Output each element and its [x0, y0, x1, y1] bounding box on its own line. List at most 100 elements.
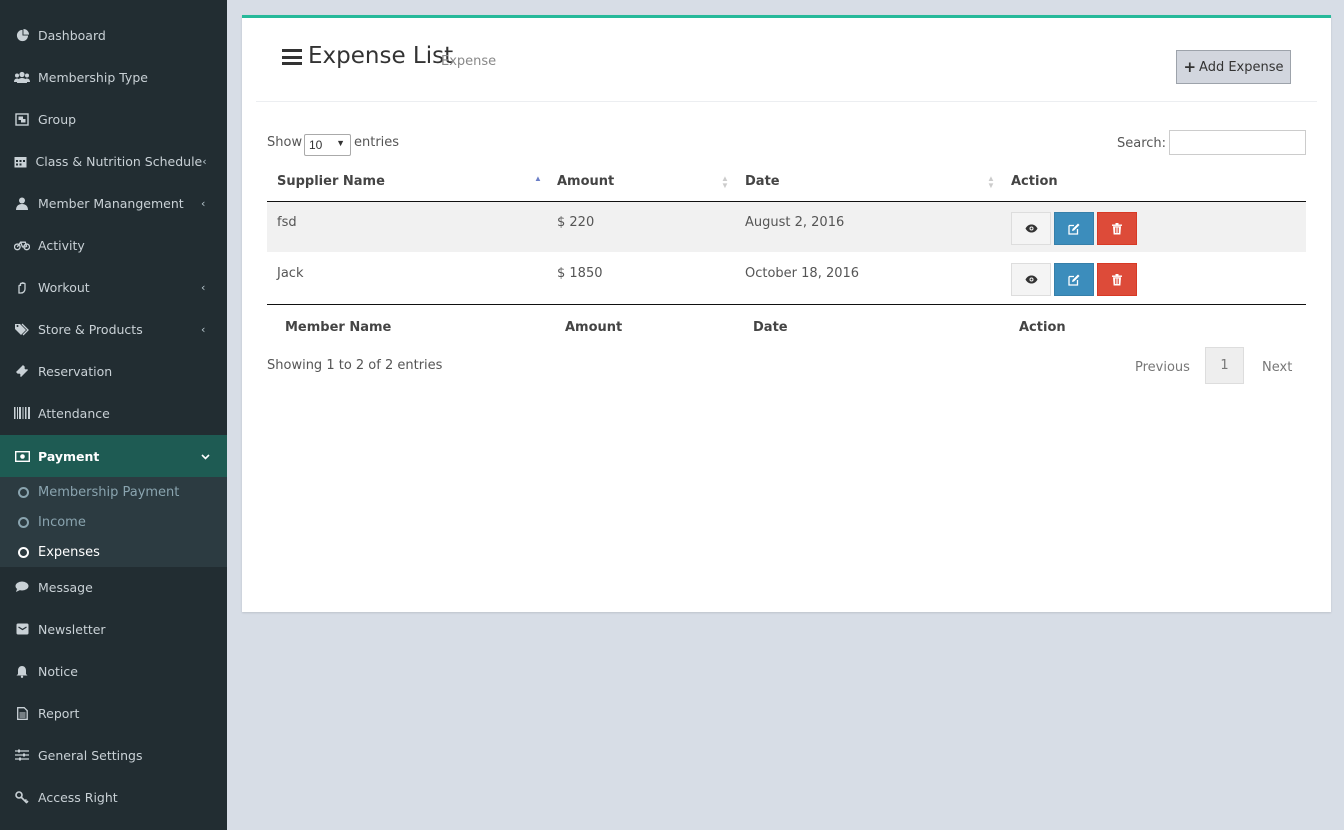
- sidebar-item-label: Dashboard: [38, 27, 106, 43]
- sidebar-item-label: Membership Type: [38, 69, 148, 85]
- column-header-supplier-name[interactable]: Supplier Name: [277, 174, 385, 189]
- trash-icon: [1112, 222, 1122, 234]
- delete-button[interactable]: [1097, 212, 1137, 245]
- sidebar-item-label: Member Manangement: [38, 195, 184, 211]
- sidebar-item-access-right[interactable]: Access Right: [0, 776, 227, 818]
- sidebar-item-label: Access Right: [38, 789, 118, 805]
- sidebar-item-label: Store & Products: [38, 321, 143, 337]
- sidebar-item-group[interactable]: Group: [0, 98, 227, 140]
- sidebar: Dashboard Membership Type Group Class & …: [0, 0, 227, 830]
- delete-button[interactable]: [1097, 263, 1137, 296]
- pie-chart-icon: [14, 28, 30, 42]
- chevron-left-icon: ‹: [201, 322, 206, 336]
- sidebar-item-label: Notice: [38, 663, 78, 679]
- sidebar-item-label: Reservation: [38, 363, 113, 379]
- submenu-item-income[interactable]: Income: [0, 507, 227, 537]
- eye-icon: [1025, 275, 1037, 284]
- sidebar-item-label: Payment: [38, 448, 100, 464]
- bell-icon: [14, 664, 30, 678]
- footer-column-action: Action: [1019, 320, 1066, 335]
- chevron-down-icon: [201, 450, 210, 463]
- sidebar-item-attendance[interactable]: Attendance: [0, 392, 227, 434]
- edit-button[interactable]: [1054, 212, 1094, 245]
- submenu-item-label: Expenses: [38, 544, 100, 560]
- sidebar-item-label: Newsletter: [38, 621, 106, 637]
- entries-label: entries: [354, 135, 400, 150]
- circle-icon: [18, 486, 29, 498]
- sidebar-item-membership-type[interactable]: Membership Type: [0, 56, 227, 98]
- expense-list-box: Expense List Expense + Add Expense Show …: [242, 15, 1331, 612]
- date-cell: October 18, 2016: [745, 266, 860, 281]
- sidebar-item-message[interactable]: Message: [0, 566, 227, 608]
- column-header-date[interactable]: Date: [745, 174, 780, 189]
- page-1-button[interactable]: 1: [1205, 347, 1244, 384]
- sidebar-item-reservation[interactable]: Reservation: [0, 350, 227, 392]
- tags-icon: [14, 322, 30, 336]
- table-footer-divider: [267, 304, 1306, 305]
- sidebar-item-general-settings[interactable]: General Settings: [0, 734, 227, 776]
- page-subtitle: Expense: [441, 54, 497, 69]
- barcode-icon: [14, 406, 30, 420]
- sidebar-item-report[interactable]: Report: [0, 692, 227, 734]
- sidebar-item-store-products[interactable]: Store & Products ‹: [0, 308, 227, 350]
- edit-icon: [1068, 223, 1080, 235]
- add-expense-label: Add Expense: [1199, 59, 1284, 75]
- sidebar-item-label: Workout: [38, 279, 90, 295]
- footer-column-amount: Amount: [565, 320, 623, 335]
- sidebar-item-newsletter[interactable]: Newsletter: [0, 608, 227, 650]
- amount-cell: $ 220: [557, 215, 595, 230]
- page-title: Expense List: [308, 43, 454, 69]
- table-row: fsd $ 220 August 2, 2016: [267, 202, 1306, 252]
- search-label: Search:: [1117, 136, 1167, 151]
- sidebar-item-payment[interactable]: Payment: [0, 435, 227, 477]
- bicycle-icon: [14, 238, 30, 252]
- sidebar-item-label: Activity: [38, 237, 85, 253]
- footer-column-date: Date: [753, 320, 788, 335]
- circle-icon: [18, 516, 29, 528]
- next-page-button[interactable]: Next: [1262, 360, 1292, 375]
- submenu-item-expenses[interactable]: Expenses: [0, 537, 227, 567]
- sidebar-item-label: Message: [38, 579, 93, 595]
- sidebar-item-member-management[interactable]: Member Manangement ‹: [0, 182, 227, 224]
- sidebar-item-notice[interactable]: Notice: [0, 650, 227, 692]
- calendar-icon: [14, 154, 28, 168]
- envelope-icon: [14, 622, 30, 636]
- edit-button[interactable]: [1054, 263, 1094, 296]
- sidebar-item-workout[interactable]: Workout ‹: [0, 266, 227, 308]
- file-text-icon: [14, 706, 30, 720]
- user-icon: [14, 196, 30, 210]
- circle-icon: [18, 546, 29, 558]
- column-header-amount[interactable]: Amount: [557, 174, 614, 189]
- page-length-select[interactable]: 10 ▼: [304, 134, 351, 156]
- sidebar-item-label: Group: [38, 111, 77, 127]
- sidebar-item-activity[interactable]: Activity: [0, 224, 227, 266]
- date-cell: August 2, 2016: [745, 215, 845, 230]
- submenu-item-label: Income: [38, 514, 86, 530]
- add-expense-button[interactable]: + Add Expense: [1176, 50, 1291, 84]
- chevron-left-icon: ‹: [202, 154, 207, 168]
- chevron-left-icon: ‹: [201, 280, 206, 294]
- view-button[interactable]: [1011, 263, 1051, 296]
- eye-icon: [1025, 224, 1037, 233]
- key-icon: [14, 790, 30, 804]
- table-info: Showing 1 to 2 of 2 entries: [267, 358, 443, 373]
- sidebar-item-class-nutrition[interactable]: Class & Nutrition Schedule ‹: [0, 140, 227, 182]
- sidebar-item-label: Report: [38, 705, 80, 721]
- sidebar-item-dashboard[interactable]: Dashboard: [0, 14, 227, 56]
- search-input[interactable]: [1169, 130, 1306, 155]
- previous-page-button[interactable]: Previous: [1135, 360, 1190, 375]
- hand-icon: [14, 280, 30, 294]
- submenu-item-membership-payment[interactable]: Membership Payment: [0, 477, 227, 507]
- payment-submenu: Membership Payment Income Expenses: [0, 477, 227, 567]
- supplier-cell: fsd: [277, 215, 297, 230]
- trash-icon: [1112, 273, 1122, 285]
- ticket-icon: [14, 364, 30, 378]
- users-icon: [14, 70, 30, 84]
- sliders-icon: [14, 748, 30, 762]
- sort-both-icon: ▲ ▼: [987, 174, 995, 190]
- view-button[interactable]: [1011, 212, 1051, 245]
- list-icon: [282, 49, 302, 65]
- money-icon: [14, 449, 30, 463]
- chevron-left-icon: ‹: [201, 196, 206, 210]
- box-header: Expense List Expense + Add Expense: [256, 18, 1317, 102]
